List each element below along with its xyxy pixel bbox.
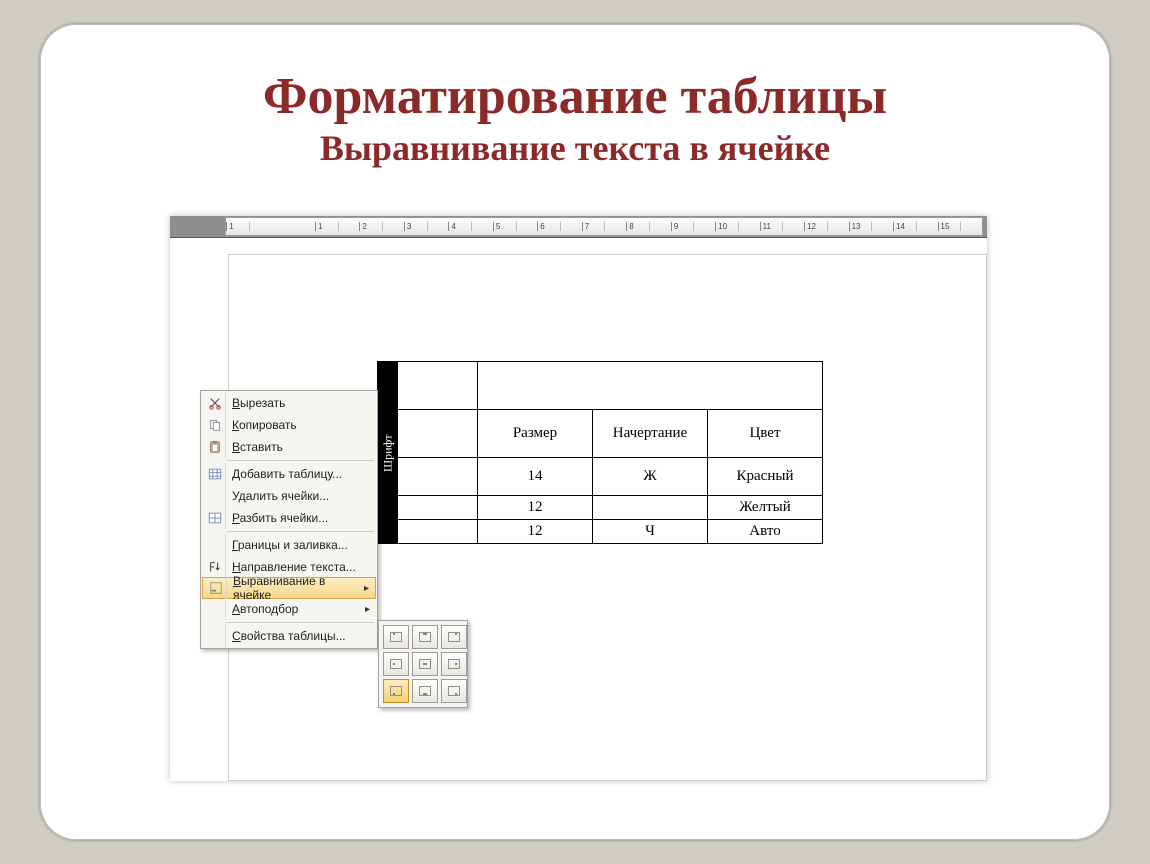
row2-color[interactable]: Желтый <box>708 496 823 520</box>
cut-icon <box>204 392 226 414</box>
menu-item-label: Направление текста... <box>226 560 376 574</box>
cell-blank-a[interactable] <box>398 362 478 410</box>
menu-item[interactable]: Вырезать <box>202 392 376 414</box>
row2-style[interactable] <box>593 496 708 520</box>
menu-item-label: Разбить ячейки... <box>226 511 376 525</box>
menu-item[interactable]: Добавить таблицу... <box>202 463 376 485</box>
row1-size[interactable]: 14 <box>478 458 593 496</box>
menu-item-label: Границы и заливка... <box>226 538 376 552</box>
row1-style[interactable]: Ж <box>593 458 708 496</box>
row3-size[interactable]: 12 <box>478 520 593 544</box>
menu-item[interactable]: Свойства таблицы... <box>202 625 376 647</box>
col-header-size[interactable]: Размер <box>478 410 593 458</box>
split-icon <box>204 507 226 529</box>
menu-item[interactable]: Удалить ячейки... <box>202 485 376 507</box>
row3-color[interactable]: Авто <box>708 520 823 544</box>
sample-table[interactable]: Шрифт Размер Начертание Цвет 14 Ж Красны… <box>377 361 823 544</box>
align-glyph-icon <box>419 659 431 669</box>
menu-item-label: Добавить таблицу... <box>226 467 376 481</box>
align-icon <box>205 577 227 599</box>
menu-separator <box>226 460 374 461</box>
menu-item[interactable]: Вставить <box>202 436 376 458</box>
row3-label[interactable] <box>398 520 478 544</box>
horizontal-ruler[interactable]: 11 234 567 8910 111213 1415 <box>225 217 983 236</box>
tableins-icon <box>204 463 226 485</box>
blank-icon <box>204 534 226 556</box>
menu-item[interactable]: Границы и заливка... <box>202 534 376 556</box>
context-menu: Вырезать Копировать Вставить Добавить табли… <box>200 390 378 649</box>
menu-item-label: Вырезать <box>226 396 376 410</box>
textdir-icon <box>204 556 226 578</box>
blank-icon <box>204 485 226 507</box>
row2-label[interactable] <box>398 496 478 520</box>
menu-item-label: Удалить ячейки... <box>226 489 376 503</box>
menu-item[interactable]: Копировать <box>202 414 376 436</box>
align-bottom-left[interactable] <box>383 679 409 703</box>
menu-item-label: Свойства таблицы... <box>226 629 376 643</box>
align-bottom-right[interactable] <box>441 679 467 703</box>
align-glyph-icon <box>390 659 402 669</box>
cell-blank-b[interactable] <box>398 410 478 458</box>
align-top-left[interactable] <box>383 625 409 649</box>
align-middle-left[interactable] <box>383 652 409 676</box>
submenu-arrow-icon: ▸ <box>364 583 375 594</box>
row1-label[interactable] <box>398 458 478 496</box>
align-glyph-icon <box>448 632 460 642</box>
menu-separator <box>226 622 374 623</box>
ruler-bar: 11 234 567 8910 111213 1415 <box>170 216 987 238</box>
menu-item[interactable]: Выравнивание в ячейке▸ <box>202 577 376 599</box>
blank-icon <box>204 625 226 647</box>
align-middle-center[interactable] <box>412 652 438 676</box>
row2-size[interactable]: 12 <box>478 496 593 520</box>
cell-blank-wide[interactable] <box>478 362 823 410</box>
align-middle-right[interactable] <box>441 652 467 676</box>
menu-item-label: Вставить <box>226 440 376 454</box>
row3-style[interactable]: Ч <box>593 520 708 544</box>
slide-title: Форматирование таблицы <box>40 70 1110 125</box>
submenu-arrow-icon: ▸ <box>365 604 376 615</box>
copy-icon <box>204 414 226 436</box>
alignment-flyout <box>378 620 468 708</box>
align-glyph-icon <box>448 686 460 696</box>
align-bottom-center[interactable] <box>412 679 438 703</box>
menu-item-label: Автоподбор <box>226 602 365 616</box>
align-glyph-icon <box>390 632 402 642</box>
align-glyph-icon <box>390 686 402 696</box>
col-header-style[interactable]: Начертание <box>593 410 708 458</box>
align-glyph-icon <box>448 659 460 669</box>
blank-icon <box>204 598 226 620</box>
row1-color[interactable]: Красный <box>708 458 823 496</box>
menu-item-label: Копировать <box>226 418 376 432</box>
align-top-center[interactable] <box>412 625 438 649</box>
paste-icon <box>204 436 226 458</box>
align-glyph-icon <box>419 686 431 696</box>
rotated-header[interactable]: Шрифт <box>378 362 398 544</box>
align-top-right[interactable] <box>441 625 467 649</box>
menu-item[interactable]: Автоподбор▸ <box>202 598 376 620</box>
slide-subtitle: Выравнивание текста в ячейке <box>40 127 1110 169</box>
col-header-color[interactable]: Цвет <box>708 410 823 458</box>
align-glyph-icon <box>419 632 431 642</box>
menu-separator <box>226 531 374 532</box>
menu-item[interactable]: Разбить ячейки... <box>202 507 376 529</box>
